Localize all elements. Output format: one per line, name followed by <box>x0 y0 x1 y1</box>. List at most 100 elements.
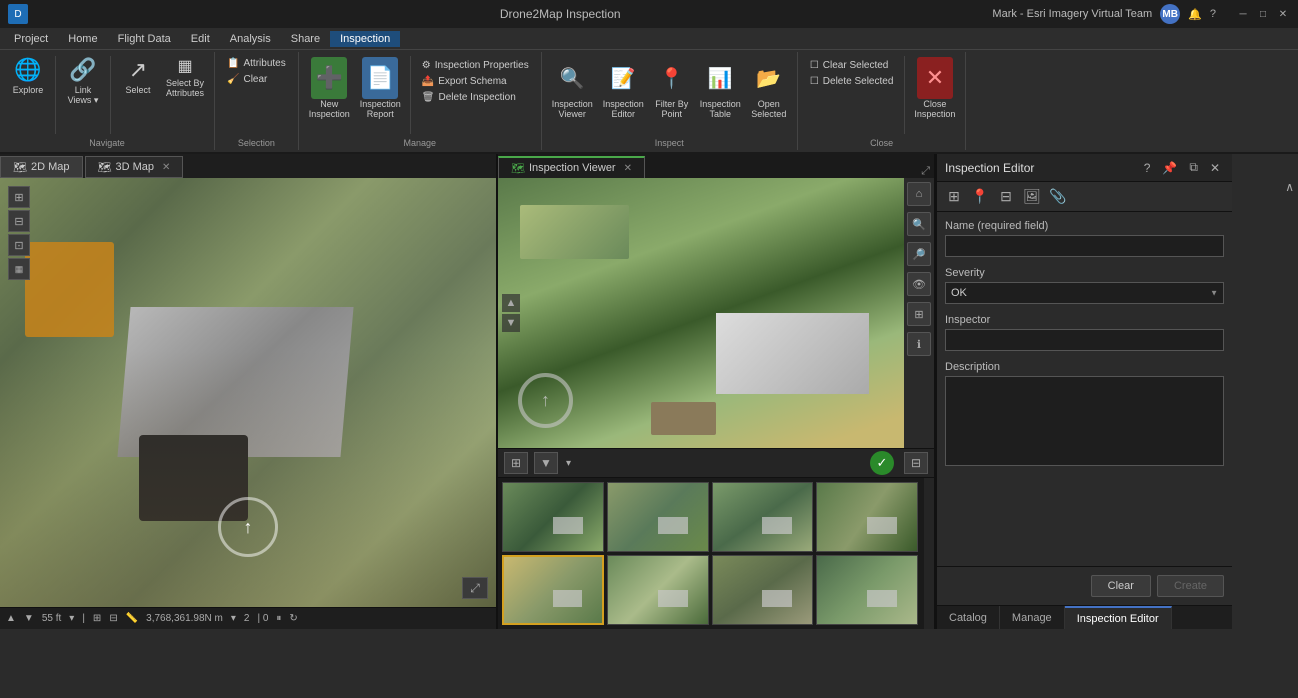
viewer-nav-up[interactable]: ▲ <box>502 294 520 312</box>
description-textarea[interactable] <box>945 376 1224 466</box>
editor-pin-btn[interactable]: 📌 <box>1158 159 1181 177</box>
playback-sync-icon[interactable]: ↻ <box>289 613 297 624</box>
map-btn-2[interactable]: ⊟ <box>8 210 30 232</box>
viewer-zoom-in-btn[interactable]: 🔍 <box>907 212 931 236</box>
ribbon-btn-select-by-attr[interactable]: ▦ Select ByAttributes <box>162 54 208 101</box>
tab-inspection-viewer[interactable]: 🗺 Inspection Viewer ✕ <box>498 156 645 178</box>
grid-icon[interactable]: ⊞ <box>93 613 101 624</box>
layers-icon[interactable]: ⊟ <box>109 613 117 624</box>
tab-2d-map[interactable]: 🗺 2D Map <box>0 156 83 178</box>
new-inspection-icon: ➕ <box>316 65 343 91</box>
editor-tb-attachment-icon[interactable]: 📎 <box>1047 186 1069 208</box>
ribbon-btn-inspection-properties[interactable]: ⚙ Inspection Properties <box>416 58 535 73</box>
editor-tb-pin-icon[interactable]: 📍 <box>969 186 991 208</box>
inspector-input[interactable] <box>945 329 1224 351</box>
viewer-info-btn[interactable]: ℹ <box>907 332 931 356</box>
viewer-expand-btn[interactable]: ⤢ <box>917 165 934 178</box>
ribbon-btn-clear-selected[interactable]: ☐ Clear Selected <box>804 58 900 73</box>
name-input[interactable] <box>945 235 1224 257</box>
scale-unit-select[interactable]: ▾ <box>69 613 74 624</box>
menu-inspection[interactable]: Inspection <box>330 31 400 47</box>
tab-3d-map[interactable]: 🗺 3D Map ✕ <box>85 156 184 178</box>
map-btn-3[interactable]: ⊡ <box>8 234 30 256</box>
editor-float-btn[interactable]: ⧉ <box>1185 158 1202 177</box>
thumbnail-scrollbar[interactable] <box>924 478 934 629</box>
user-avatar[interactable]: MB <box>1160 4 1180 24</box>
menu-edit[interactable]: Edit <box>181 31 220 47</box>
ribbon-btn-delete-selected[interactable]: ☐ Delete Selected <box>804 74 900 89</box>
editor-tb-photo-icon[interactable]: 🖼 <box>1021 186 1043 208</box>
measure-icon[interactable]: 📏 <box>126 613 138 624</box>
severity-select[interactable]: OK Low Medium High Critical <box>945 282 1224 304</box>
thumbnail-4[interactable] <box>816 482 918 552</box>
menu-project[interactable]: Project <box>4 31 58 47</box>
editor-tab-catalog[interactable]: Catalog <box>937 606 1000 629</box>
viewer-tb-filter-btn[interactable]: ▼ <box>534 452 558 474</box>
notification-icon[interactable]: 🔔 <box>1188 8 1202 21</box>
scale-down-btn[interactable]: ▼ <box>24 613 34 624</box>
menu-analysis[interactable]: Analysis <box>220 31 281 47</box>
map-bottom-right-btn[interactable]: ⤢ <box>462 577 488 599</box>
3d-map-close-icon[interactable]: ✕ <box>162 162 170 173</box>
menu-home[interactable]: Home <box>58 31 107 47</box>
ribbon-btn-select[interactable]: ↗ Select <box>116 54 160 98</box>
maximize-button[interactable]: □ <box>1256 7 1270 21</box>
minimize-button[interactable]: ─ <box>1236 7 1250 21</box>
close-inspection-icon: ✕ <box>926 65 944 91</box>
viewer-approve-btn[interactable]: ✓ <box>870 451 894 475</box>
thumbnail-5[interactable] <box>502 555 604 625</box>
ribbon-btn-new-inspection[interactable]: ➕ NewInspection <box>305 54 354 122</box>
viewer-eye-btn[interactable]: 👁 <box>907 272 931 296</box>
ribbon-btn-inspection-editor[interactable]: 📝 InspectionEditor <box>599 54 648 122</box>
thumbnail-3[interactable] <box>712 482 814 552</box>
create-button[interactable]: Create <box>1157 575 1224 597</box>
thumbnail-8[interactable] <box>816 555 918 625</box>
thumbnail-7[interactable] <box>712 555 814 625</box>
editor-tb-location-icon[interactable]: ⊞ <box>943 186 965 208</box>
ribbon-group-navigate: 🌐 Explore 🔗 LinkViews ▾ ↗ Select ▦ Selec… <box>0 52 215 150</box>
menu-flight-data[interactable]: Flight Data <box>108 31 181 47</box>
viewer-tb-zoom-btn[interactable]: ⊞ <box>504 452 528 474</box>
ribbon-btn-link-views[interactable]: 🔗 LinkViews ▾ <box>61 54 105 109</box>
name-field: Name (required field) <box>945 220 1224 257</box>
thumbnail-6[interactable] <box>607 555 709 625</box>
help-icon[interactable]: ? <box>1210 8 1216 20</box>
ribbon-btn-inspection-table[interactable]: 📊 InspectionTable <box>696 54 745 122</box>
viewer-zoom-out-btn[interactable]: 🔎 <box>907 242 931 266</box>
map-btn-1[interactable]: ⊞ <box>8 186 30 208</box>
2d-map-icon: 🗺 <box>13 161 27 174</box>
viewer-layers-btn[interactable]: ⊞ <box>907 302 931 326</box>
map-btn-4[interactable]: ▦ <box>8 258 30 280</box>
ribbon-btn-close-inspection[interactable]: ✕ CloseInspection <box>910 54 959 122</box>
menu-share[interactable]: Share <box>281 31 330 47</box>
ribbon-btn-filter-by-point[interactable]: 📍 Filter ByPoint <box>650 54 694 122</box>
playback-pause-icon[interactable]: ⏸ <box>276 613 281 624</box>
ribbon-btn-export-schema[interactable]: 📤 Export Schema <box>416 74 535 89</box>
ribbon-btn-explore[interactable]: 🌐 Explore <box>6 54 50 98</box>
ribbon-btn-clear[interactable]: 🧹 Clear <box>221 72 292 87</box>
viewer-nav-down[interactable]: ▼ <box>502 314 520 332</box>
scale-up-btn[interactable]: ▲ <box>6 613 16 624</box>
map-view[interactable]: ⊞ ⊟ ⊡ ▦ ↑ ⤢ <box>0 178 496 607</box>
ribbon-btn-inspection-viewer[interactable]: 🔍 InspectionViewer <box>548 54 597 122</box>
close-button[interactable]: ✕ <box>1276 7 1290 21</box>
viewer-tb-grid-btn[interactable]: ⊟ <box>904 452 928 474</box>
ribbon-btn-open-selected[interactable]: 📂 OpenSelected <box>747 54 791 122</box>
thumbnail-1[interactable] <box>502 482 604 552</box>
ribbon-btn-delete-inspection[interactable]: 🗑 Delete Inspection <box>416 90 535 105</box>
clear-label: Clear <box>243 74 267 85</box>
editor-help-btn[interactable]: ? <box>1140 159 1155 177</box>
clear-button[interactable]: Clear <box>1091 575 1151 597</box>
viewer-home-btn[interactable]: ⌂ <box>907 182 931 206</box>
ribbon-btn-inspection-report[interactable]: 📄 InspectionReport <box>356 54 405 122</box>
editor-close-btn[interactable]: ✕ <box>1206 159 1224 177</box>
thumbnail-2[interactable] <box>607 482 709 552</box>
editor-tab-inspection-editor[interactable]: Inspection Editor <box>1065 606 1172 629</box>
editor-tab-manage[interactable]: Manage <box>1000 606 1065 629</box>
viewer-tab-close-icon[interactable]: ✕ <box>624 163 632 174</box>
sep4 <box>904 56 905 134</box>
ribbon-collapse-button[interactable]: ∧ <box>1285 180 1294 194</box>
ribbon-btn-attributes[interactable]: 📋 Attributes <box>221 56 292 71</box>
editor-tb-grid2-icon[interactable]: ⊟ <box>995 186 1017 208</box>
3d-map-label: 3D Map <box>115 161 154 173</box>
